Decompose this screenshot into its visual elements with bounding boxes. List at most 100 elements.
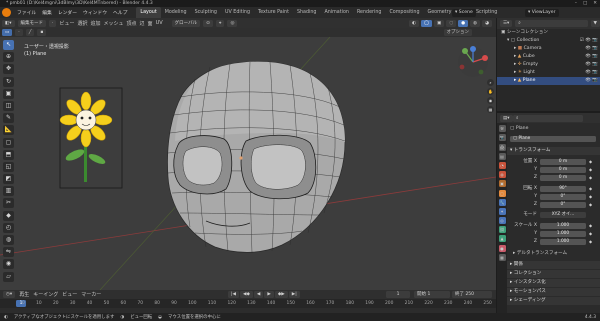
texture-tab-icon[interactable]: ▦ (498, 253, 506, 261)
move-tool-icon[interactable]: ✥ (3, 64, 14, 75)
select-mode-edge-icon[interactable]: ╱ (25, 29, 35, 36)
constraints-tab-icon[interactable]: ⛓ (498, 226, 506, 234)
xray-icon[interactable]: ▣ (433, 19, 445, 27)
select-box-icon[interactable]: ▭ (2, 29, 13, 36)
next-keyframe-icon[interactable]: ◆▶ (274, 291, 288, 298)
filter-icon[interactable]: ▼ (590, 20, 600, 27)
poly-build-tool-icon[interactable]: ◆ (3, 210, 14, 221)
pivot-icon[interactable]: ⊙ (203, 19, 213, 27)
menu-file[interactable]: ファイル (14, 9, 39, 16)
current-frame-field[interactable]: 1 (386, 291, 410, 298)
annotate-tool-icon[interactable]: ✎ (3, 113, 14, 124)
delta-transform-panel[interactable]: ▸ デルタトランスフォーム (507, 250, 600, 258)
measure-tool-icon[interactable]: 📐 (3, 125, 14, 136)
select-mode-vertex-icon[interactable]: · (15, 29, 23, 36)
outliner-row-collection[interactable]: ▾ ▢ Collection ☑ 👁 📷 (497, 37, 600, 45)
object-tab-icon[interactable]: ▢ (498, 189, 506, 197)
particles-tab-icon[interactable]: ✶ (498, 207, 506, 215)
material-shading-icon[interactable]: ◍ (470, 19, 481, 27)
timeline-editor-icon[interactable]: ◷▾ (3, 291, 16, 298)
solid-shading-icon[interactable]: ● (458, 19, 469, 27)
outliner-scene-collection[interactable]: ▣ シーンコレクション (497, 29, 600, 37)
outliner-row-camera[interactable]: ▸ ■ Camera 👁 📷 (497, 45, 600, 53)
timeline-menu-keying[interactable]: キーイング (33, 291, 58, 298)
material-tab-icon[interactable]: ● (498, 244, 506, 252)
select-mode-face-icon[interactable]: ▪ (37, 29, 47, 36)
scene-selector[interactable]: ▾ Scene (452, 8, 476, 17)
tab-modeling[interactable]: Modeling (161, 7, 191, 18)
scale-y-field[interactable]: 1.000 (540, 230, 586, 238)
scale-tool-icon[interactable]: ▣ (3, 88, 14, 99)
end-frame-field[interactable]: 終了 250 (452, 291, 492, 298)
rotation-z-field[interactable]: 0° (540, 201, 586, 209)
view-layer-selector[interactable]: ▾ ViewLayer (525, 8, 559, 17)
location-y-field[interactable]: 0 m (540, 166, 586, 174)
minimize-button[interactable]: – (575, 0, 577, 7)
menu-add[interactable]: 追加 (90, 20, 100, 27)
vertex-select-button[interactable]: · (49, 19, 57, 27)
outliner-row-cube[interactable]: ▸ ▲ Cube 👁 📷 (497, 53, 600, 61)
maximize-button[interactable]: □ (583, 0, 587, 7)
outliner-row-light[interactable]: ▸ ☀ Light 👁 📷 (497, 69, 600, 77)
cursor-tool-icon[interactable]: ⊕ (3, 52, 14, 63)
menu-window[interactable]: ウィンドウ (80, 9, 110, 16)
tool-tab-icon[interactable]: ⚒ (498, 125, 506, 133)
properties-search-input[interactable]: ⌕ (513, 114, 583, 122)
menu-face[interactable]: 面 (148, 20, 153, 27)
location-z-field[interactable]: 0 m (540, 174, 586, 182)
transform-panel-header[interactable]: ▾ トランスフォーム (507, 147, 600, 155)
edge-slide-tool-icon[interactable]: ⇋ (3, 247, 14, 258)
start-frame-field[interactable]: 開始 1 (414, 291, 450, 298)
menu-edit[interactable]: 編集 (39, 9, 55, 16)
close-button[interactable]: ✕ (593, 0, 597, 7)
menu-select[interactable]: 選択 (77, 20, 87, 27)
tab-animation[interactable]: Animation (320, 7, 352, 18)
menu-render[interactable]: レンダー (55, 9, 80, 16)
tab-scripting[interactable]: Scripting (472, 7, 501, 18)
inset-tool-icon[interactable]: ◱ (3, 161, 14, 172)
menu-mesh[interactable]: メッシュ (104, 20, 124, 27)
world-tab-icon[interactable]: ◍ (498, 171, 506, 179)
tab-sculpting[interactable]: Sculpting (191, 7, 221, 18)
outliner-row-plane[interactable]: ▸ ▲ Plane 👁 📷 (497, 77, 600, 85)
motion-paths-panel[interactable]: ▸ モーションパス (507, 288, 600, 296)
jump-end-icon[interactable]: ▶| (288, 291, 300, 298)
blender-logo-icon[interactable] (2, 8, 11, 17)
outliner-editor-icon[interactable]: ☰▾ (500, 20, 513, 27)
rotation-mode-select[interactable]: XYZ オイ... (540, 211, 586, 219)
rotation-y-field[interactable]: 0° (540, 193, 586, 201)
head-mesh[interactable] (167, 61, 346, 254)
physics-tab-icon[interactable]: ◎ (498, 217, 506, 225)
transform-tool-icon[interactable]: ◫ (3, 100, 14, 111)
rotate-tool-icon[interactable]: ↻ (3, 76, 14, 87)
spin-tool-icon[interactable]: ◴ (3, 222, 14, 233)
bevel-tool-icon[interactable]: ◩ (3, 174, 14, 185)
shrink-fatten-tool-icon[interactable]: ◉ (3, 259, 14, 270)
proportional-edit-icon[interactable]: ◎ (227, 19, 238, 27)
scale-x-field[interactable]: 1.000 (540, 222, 586, 230)
menu-uv[interactable]: UV (156, 20, 163, 26)
timeline-menu-marker[interactable]: マーカー (81, 291, 101, 298)
collection-tab-icon[interactable]: ▣ (498, 180, 506, 188)
tab-compositing[interactable]: Compositing (385, 7, 423, 18)
output-tab-icon[interactable]: 🖨 (498, 143, 506, 151)
tab-shading[interactable]: Shading (293, 7, 321, 18)
render-tab-icon[interactable]: 📷 (498, 134, 506, 142)
scale-z-field[interactable]: 1.000 (540, 238, 586, 246)
3d-viewport[interactable] (0, 37, 496, 290)
modifier-tab-icon[interactable]: 🔧 (498, 198, 506, 206)
menu-view[interactable]: ビュー (59, 20, 74, 27)
options-button[interactable]: オプション (443, 29, 472, 36)
overlay-icon[interactable]: ◯ (420, 19, 432, 27)
transform-orientation-selector[interactable]: グローバル (171, 19, 201, 27)
rotation-x-field[interactable]: 90° (540, 185, 586, 193)
jump-start-icon[interactable]: |◀ (228, 291, 239, 298)
menu-help[interactable]: ヘルプ (110, 9, 130, 16)
object-name-field[interactable]: ▢ Plane (510, 135, 596, 143)
data-tab-icon[interactable]: ▲ (498, 235, 506, 243)
snap-icon[interactable]: ⌖ (215, 19, 225, 27)
smooth-tool-icon[interactable]: ◍ (3, 235, 14, 245)
tab-rendering[interactable]: Rendering (353, 7, 386, 18)
timeline-menu-view[interactable]: ビュー (62, 291, 77, 298)
loop-cut-tool-icon[interactable]: ▥ (3, 186, 14, 197)
